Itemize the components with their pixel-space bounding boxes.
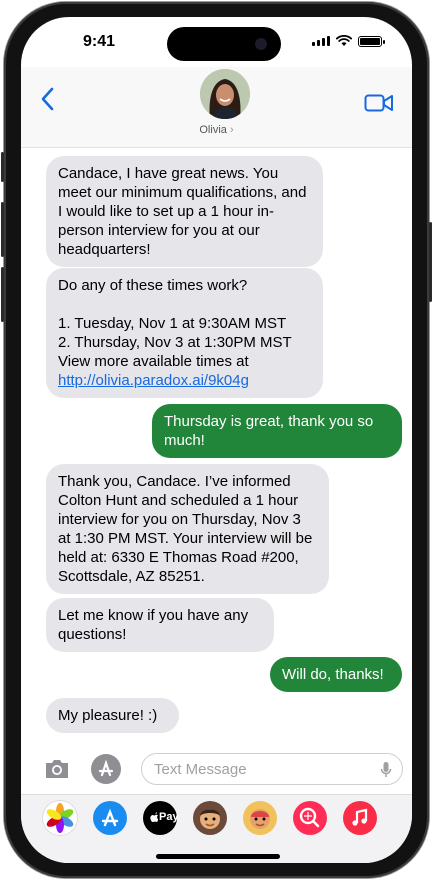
phone-frame: 9:41 Olivia › Candace, I have great news… xyxy=(1,2,432,878)
dynamic-island xyxy=(167,27,281,61)
message-text: Do any of these times work? 1. Tuesday, … xyxy=(58,277,292,370)
screen: 9:41 Olivia › Candace, I have great news… xyxy=(21,17,412,863)
memoji-icon[interactable] xyxy=(193,801,227,835)
music-icon[interactable] xyxy=(343,801,377,835)
imessage-app-drawer: Pay xyxy=(21,794,412,863)
microphone-icon[interactable] xyxy=(380,761,392,784)
signal-icon xyxy=(312,36,330,46)
message-bubble-incoming: Thank you, Candace. I’ve informed Colton… xyxy=(46,464,329,594)
message-link[interactable]: http://olivia.paradox.ai/9k04g xyxy=(58,372,249,389)
web-images-icon[interactable] xyxy=(293,801,327,835)
mute-switch xyxy=(1,152,4,182)
contact-name-row[interactable]: Olivia › xyxy=(21,124,412,136)
wifi-icon xyxy=(336,35,352,46)
app-store-icon[interactable] xyxy=(93,801,127,835)
home-indicator[interactable] xyxy=(156,854,280,859)
avatar[interactable] xyxy=(200,69,250,119)
message-input-bar: Text Message xyxy=(21,749,412,793)
battery-icon xyxy=(358,35,385,47)
conversation-header: Olivia › xyxy=(21,67,412,148)
message-bubble-outgoing: Will do, thanks! xyxy=(270,657,402,692)
contact-name: Olivia xyxy=(199,124,227,136)
chevron-left-icon[interactable] xyxy=(41,87,55,116)
message-bubble-incoming: My pleasure! :) xyxy=(46,698,179,733)
apple-pay-icon[interactable]: Pay xyxy=(143,801,179,835)
message-bubble-incoming: Do any of these times work? 1. Tuesday, … xyxy=(46,268,323,398)
message-bubble-outgoing: Thursday is great, thank you so much! xyxy=(152,404,402,458)
video-camera-icon[interactable] xyxy=(364,93,394,118)
volume-up-button xyxy=(1,202,4,257)
app-store-icon[interactable] xyxy=(91,754,121,784)
message-input-placeholder: Text Message xyxy=(154,761,247,778)
apple-pay-label: Pay xyxy=(159,811,179,823)
camera-icon[interactable] xyxy=(43,757,71,786)
status-time: 9:41 xyxy=(83,33,116,50)
status-icons xyxy=(312,35,385,47)
chevron-right-icon: › xyxy=(229,124,234,136)
message-bubble-incoming: Candace, I have great news. You meet our… xyxy=(46,156,323,267)
message-input[interactable]: Text Message xyxy=(141,753,403,785)
volume-down-button xyxy=(1,267,4,322)
photos-icon[interactable] xyxy=(43,801,77,835)
message-bubble-incoming: Let me know if you have any questions! xyxy=(46,598,274,652)
memoji-stickers-icon[interactable] xyxy=(243,801,277,835)
power-button xyxy=(429,222,432,302)
